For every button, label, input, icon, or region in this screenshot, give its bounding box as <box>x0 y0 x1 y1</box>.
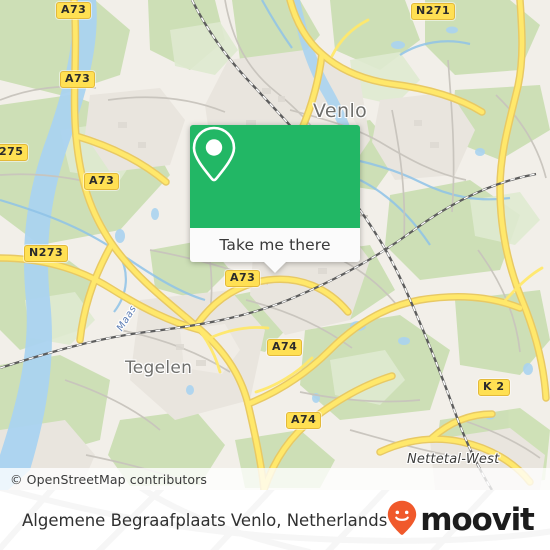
map-attribution: © OpenStreetMap contributors <box>0 468 550 490</box>
place-title: Algemene Begraafplaats Venlo, Netherland… <box>22 510 388 530</box>
moovit-map-screen: A73 N271 A73 275 A73 N273 A73 A74 A74 K 2 Venlo Te… <box>0 0 550 550</box>
road-shield: A74 <box>286 412 322 429</box>
take-me-there-callout[interactable]: Take me there <box>190 125 360 273</box>
bottom-bar-content: Algemene Begraafplaats Venlo, Netherland… <box>0 490 550 550</box>
road-shield: A73 <box>56 2 92 19</box>
road-shield: A73 <box>84 173 120 190</box>
road-shield: N271 <box>411 3 456 20</box>
moovit-brand[interactable]: moovit <box>387 500 535 541</box>
road-shield: A74 <box>267 339 303 356</box>
map-canvas[interactable]: A73 N271 A73 275 A73 N273 A73 A74 A74 K 2 Venlo Te… <box>0 0 550 490</box>
road-shield: A73 <box>60 71 96 88</box>
take-me-there-label: Take me there <box>219 236 331 254</box>
moovit-wordmark: moovit <box>420 501 535 538</box>
moovit-smiley-pin-icon <box>387 500 417 541</box>
road-shield: 275 <box>0 144 29 161</box>
road-shield: K 2 <box>478 379 510 396</box>
road-shield: N273 <box>24 245 69 262</box>
callout-header <box>190 125 360 228</box>
bottom-info-bar: Algemene Begraafplaats Venlo, Netherland… <box>0 490 550 550</box>
callout-footer[interactable]: Take me there <box>190 228 360 273</box>
callout-tail-icon <box>264 262 286 273</box>
road-shield: A73 <box>225 270 261 287</box>
attribution-text: © OpenStreetMap contributors <box>10 471 208 487</box>
